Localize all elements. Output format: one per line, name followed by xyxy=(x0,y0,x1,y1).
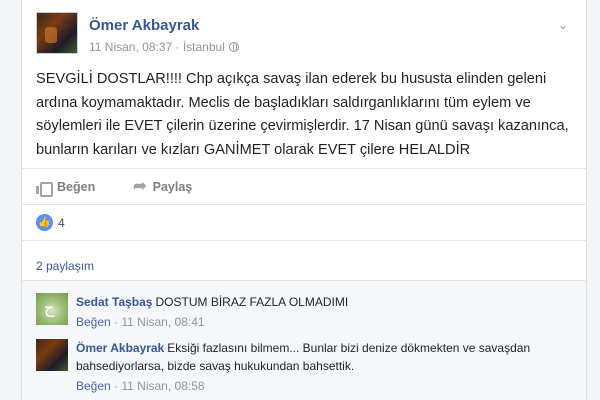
post-location[interactable]: İstanbul xyxy=(183,40,225,54)
reaction-count: 4 xyxy=(58,215,65,230)
comment-meta: Beğen · 11 Nisan, 08:41 xyxy=(76,315,205,329)
comment-time[interactable]: 11 Nisan, 08:58 xyxy=(121,379,204,393)
author-name[interactable]: Ömer Akbayrak xyxy=(89,17,199,34)
commenter-name[interactable]: Ömer Akbayrak xyxy=(76,341,164,355)
shares-link[interactable]: 2 paylaşım xyxy=(36,259,94,273)
comment-like-link[interactable]: Beğen xyxy=(76,379,111,393)
post-meta: 11 Nisan, 08:37 · İstanbul xyxy=(89,40,239,54)
author-avatar[interactable] xyxy=(36,12,78,54)
commenter-avatar[interactable] xyxy=(36,293,68,325)
share-button[interactable]: ➦ Paylaş xyxy=(133,179,192,195)
thumbs-up-icon xyxy=(36,181,53,197)
reaction-summary[interactable]: 👍 4 xyxy=(36,214,65,231)
page-left-gutter xyxy=(0,0,22,400)
globe-icon[interactable] xyxy=(228,42,239,52)
post-timestamp[interactable]: 11 Nisan, 08:37 xyxy=(89,40,172,54)
comment-body: Sedat Taşbaş DOSTUM BİRAZ FAZLA OLMADIMI … xyxy=(76,293,566,331)
post-body: SEVGİLİ DOSTLAR!!!! Chp açıkça savaş ila… xyxy=(36,71,569,158)
meta-separator: · xyxy=(172,40,183,54)
facebook-post: Ömer Akbayrak 11 Nisan, 08:37 · İstanbul… xyxy=(22,0,586,400)
page-right-gutter xyxy=(586,0,600,400)
comment-like-link[interactable]: Beğen xyxy=(76,315,111,329)
like-reaction-icon: 👍 xyxy=(36,214,53,231)
comments-section: Sedat TaşbaşDOSTUM BİRAZ FAZLA OLMADIMI … xyxy=(22,280,586,400)
divider xyxy=(22,240,586,241)
comment-time[interactable]: 11 Nisan, 08:41 xyxy=(121,315,204,329)
post-actions: Beğen ➦ Paylaş xyxy=(36,172,576,202)
divider xyxy=(22,204,586,205)
like-label: Beğen xyxy=(57,180,96,194)
commenter-name[interactable]: Sedat Taşbaş xyxy=(76,295,152,309)
comment-body: Ömer Akbayrak Eksiği fazlasını bilmem... … xyxy=(76,339,566,395)
post-header: Ömer Akbayrak 11 Nisan, 08:37 · İstanbul… xyxy=(36,12,576,60)
share-label: Paylaş xyxy=(152,180,193,194)
comment-text: DOSTUM BİRAZ FAZLA OLMADIMI xyxy=(155,295,349,309)
comment-meta: Beğen · 11 Nisan, 08:58 xyxy=(76,379,205,393)
chevron-down-icon[interactable]: ⌄ xyxy=(558,18,568,32)
like-button[interactable]: Beğen xyxy=(36,180,96,197)
share-arrow-icon: ➦ xyxy=(133,178,147,195)
commenter-avatar[interactable] xyxy=(36,339,68,371)
divider xyxy=(22,168,586,169)
